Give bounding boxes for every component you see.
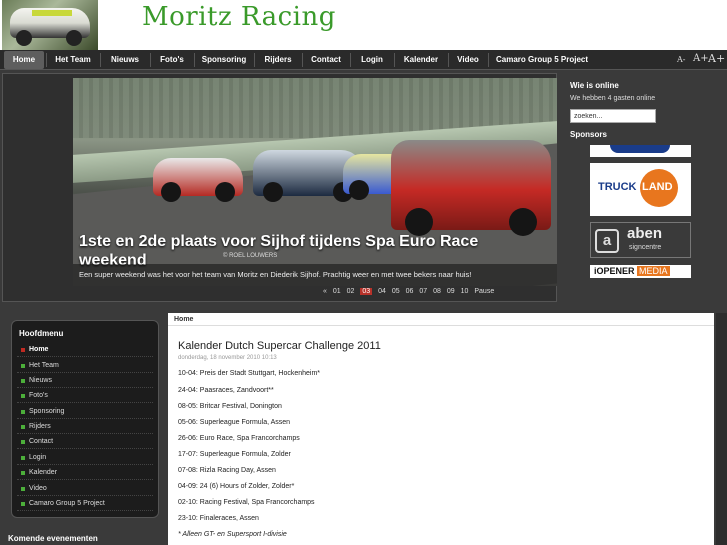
sponsor-logo-partial[interactable] (590, 145, 691, 157)
main-menu: Hoofdmenu Home Het Team Nieuws Foto's Sp… (12, 321, 158, 517)
article-date: donderdag, 18 november 2010 10:13 (178, 355, 277, 361)
nav-video[interactable]: Video (450, 51, 486, 69)
nav-camaro-group-5-project[interactable]: Camaro Group 5 Project (490, 51, 594, 69)
font-large-button[interactable]: A+ (708, 52, 725, 65)
menu-bullet-icon (21, 364, 25, 368)
article-title[interactable]: Kalender Dutch Supercar Challenge 2011 (178, 340, 381, 352)
pager-page[interactable]: 07 (419, 288, 427, 295)
main-menu-title: Hoofdmenu (19, 329, 64, 338)
menu-bullet-icon (21, 348, 25, 352)
header-race-car-image (2, 0, 98, 50)
menu-item-rijders[interactable]: Rijders (17, 420, 153, 434)
sponsors-title: Sponsors (570, 130, 607, 139)
pager-page[interactable]: 01 (333, 288, 341, 295)
menu-bullet-icon (21, 502, 25, 506)
nav-login[interactable]: Login (352, 51, 392, 69)
sponsor-truckland-logo[interactable]: TRUCK LAND (590, 163, 691, 216)
upcoming-events-title: Komende evenementen (8, 534, 98, 543)
pager-page[interactable]: 04 (378, 288, 386, 295)
main-nav: Home Het Team Nieuws Foto's Sponsoring R… (0, 50, 727, 70)
menu-item-camaro-group-5-project[interactable]: Camaro Group 5 Project (17, 497, 153, 511)
sponsor-iopener-logo[interactable]: iOPENER MEDIA (590, 265, 691, 278)
menu-item-het-team[interactable]: Het Team (17, 359, 153, 373)
calendar-row: 07-08: Rizla Racing Day, Assen (178, 467, 276, 474)
menu-bullet-icon (21, 471, 25, 475)
calendar-row: 26-06: Euro Race, Spa Francorchamps (178, 435, 300, 442)
pager-page[interactable]: 08 (433, 288, 441, 295)
menu-item-fotos[interactable]: Foto's (17, 389, 153, 403)
sponsor-aben-logo[interactable]: a aben signcentre (590, 222, 691, 258)
who-online-text: We hebben 4 gasten online (570, 95, 656, 102)
menu-bullet-icon (21, 379, 25, 383)
news-slideshow: © ROEL LOUWERS 1ste en 2de plaats voor S… (2, 73, 557, 302)
nav-contact[interactable]: Contact (304, 51, 348, 69)
nav-kalender[interactable]: Kalender (396, 51, 446, 69)
breadcrumb[interactable]: Home (168, 313, 714, 326)
nav-sponsoring[interactable]: Sponsoring (196, 51, 252, 69)
calendar-footnote: * Alleen GT- en Supersport I-divisie (178, 531, 287, 538)
calendar-row: 23-10: Finaleraces, Assen (178, 515, 259, 522)
menu-bullet-icon (21, 394, 25, 398)
menu-item-login[interactable]: Login (17, 451, 153, 465)
pager-pause-button[interactable]: Pause (474, 288, 494, 295)
nav-fotos[interactable]: Foto's (152, 51, 192, 69)
pager-page[interactable]: 06 (406, 288, 414, 295)
menu-item-nieuws[interactable]: Nieuws (17, 374, 153, 388)
menu-bullet-icon (21, 410, 25, 414)
calendar-row: 05-06: Superleague Formula, Assen (178, 419, 291, 426)
menu-item-kalender[interactable]: Kalender (17, 466, 153, 480)
menu-item-sponsoring[interactable]: Sponsoring (17, 405, 153, 419)
font-increase-button[interactable]: A+ (693, 53, 709, 64)
pager-page[interactable]: 10 (461, 288, 469, 295)
calendar-row: 17-07: Superleague Formula, Zolder (178, 451, 291, 458)
search-input[interactable] (570, 109, 656, 123)
who-online-title: Wie is online (570, 81, 619, 90)
calendar-row: 02-10: Racing Festival, Spa Francorchamp… (178, 499, 315, 506)
pager-prev-button[interactable]: « (323, 288, 327, 295)
menu-bullet-icon (21, 487, 25, 491)
menu-item-contact[interactable]: Contact (17, 435, 153, 449)
calendar-row: 08-05: Britcar Festival, Donington (178, 403, 282, 410)
pager-page-current[interactable]: 03 (360, 288, 373, 295)
nav-home[interactable]: Home (4, 51, 44, 69)
slide-pager: « 01 02 03 04 05 06 07 08 09 10 Pause (323, 288, 498, 300)
menu-bullet-icon (21, 456, 25, 460)
content-scrollbar[interactable] (716, 313, 727, 545)
menu-item-video[interactable]: Video (17, 482, 153, 496)
site-header: Moritz Racing (0, 0, 727, 50)
pager-page[interactable]: 02 (347, 288, 355, 295)
menu-bullet-icon (21, 425, 25, 429)
site-title[interactable]: Moritz Racing (142, 2, 336, 32)
calendar-row: 24-04: Paasraces, Zandvoort** (178, 387, 274, 394)
calendar-row: 04-09: 24 (6) Hours of Zolder, Zolder* (178, 483, 295, 490)
nav-het-team[interactable]: Het Team (48, 51, 98, 69)
pager-page[interactable]: 05 (392, 288, 400, 295)
calendar-row: 10-04: Preis der Stadt Stuttgart, Hocken… (178, 370, 321, 377)
pager-page[interactable]: 09 (447, 288, 455, 295)
main-content: Home Kalender Dutch Supercar Challenge 2… (168, 313, 714, 545)
menu-item-home[interactable]: Home (17, 343, 153, 357)
slide-caption: Een super weekend was het voor het team … (73, 264, 557, 286)
nav-nieuws[interactable]: Nieuws (102, 51, 148, 69)
font-decrease-button[interactable]: A- (677, 55, 685, 64)
nav-rijders[interactable]: Rijders (256, 51, 300, 69)
menu-bullet-icon (21, 440, 25, 444)
